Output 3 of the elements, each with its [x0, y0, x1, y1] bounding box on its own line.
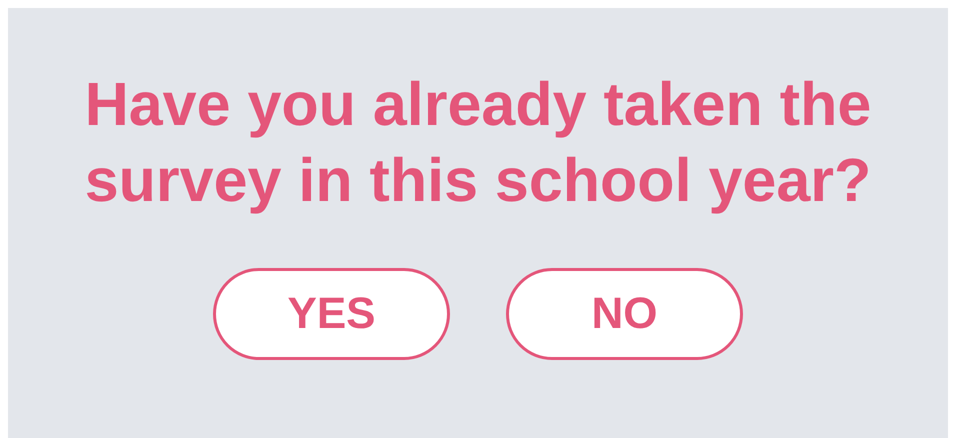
answer-button[interactable]: YES [213, 268, 450, 360]
answer-button[interactable]: NO [506, 268, 743, 360]
question-text: Have you already taken the survey in this school year? [84, 69, 872, 216]
